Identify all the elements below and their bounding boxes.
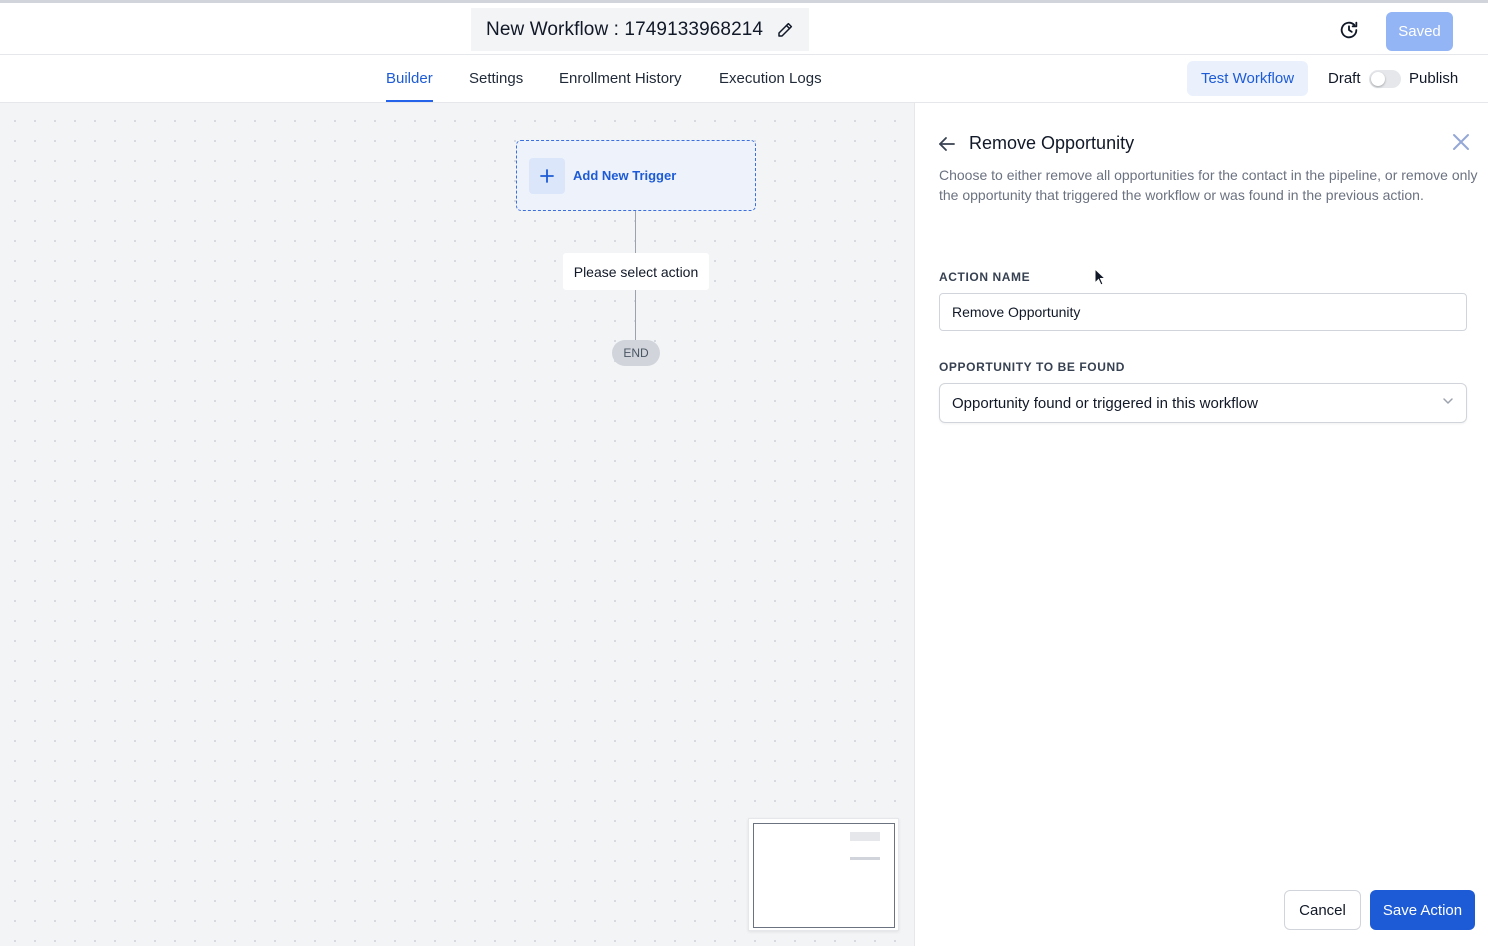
workflow-title: New Workflow : 1749133968214 (486, 18, 764, 40)
tab-settings[interactable]: Settings (469, 55, 523, 102)
panel-title: Remove Opportunity (969, 133, 1135, 153)
cancel-button[interactable]: Cancel (1284, 890, 1361, 930)
action-name-label: ACTION NAME (939, 270, 1031, 284)
connector-line (635, 211, 636, 253)
tab-bar: Builder Settings Enrollment History Exec… (0, 55, 1488, 103)
chevron-down-icon (1442, 394, 1454, 412)
action-settings-panel: Remove Opportunity Choose to either remo… (914, 103, 1488, 946)
test-workflow-button[interactable]: Test Workflow (1187, 61, 1308, 96)
tab-execution-logs[interactable]: Execution Logs (719, 55, 822, 102)
pencil-icon[interactable] (775, 20, 795, 40)
opportunity-select[interactable]: Opportunity found or triggered in this w… (939, 383, 1467, 423)
workflow-title-box[interactable]: New Workflow : 1749133968214 (471, 8, 809, 51)
panel-description: Choose to either remove all opportunitie… (939, 167, 1478, 203)
action-name-input[interactable] (939, 293, 1467, 331)
select-action-node[interactable]: Please select action (563, 253, 709, 290)
top-bar: New Workflow : 1749133968214 Saved (0, 0, 1488, 55)
toggle-knob (1371, 72, 1385, 86)
saved-button[interactable]: Saved (1386, 12, 1453, 51)
publish-label: Publish (1409, 70, 1459, 87)
end-node: END (612, 340, 660, 366)
minimap-node (850, 857, 880, 860)
mouse-cursor-icon (1094, 267, 1107, 286)
save-action-button[interactable]: Save Action (1370, 890, 1475, 930)
minimap[interactable] (748, 818, 899, 931)
add-trigger-node[interactable]: Add New Trigger (516, 140, 756, 211)
tab-builder[interactable]: Builder (386, 55, 433, 102)
tab-enrollment-history[interactable]: Enrollment History (559, 55, 682, 102)
minimap-node (850, 832, 880, 841)
plus-icon (529, 157, 565, 194)
opportunity-label: OPPORTUNITY TO BE FOUND (939, 360, 1126, 374)
draft-label: Draft (1328, 70, 1361, 87)
history-icon[interactable] (1338, 19, 1360, 41)
opportunity-select-value: Opportunity found or triggered in this w… (952, 394, 1258, 412)
back-arrow-icon[interactable] (937, 134, 957, 154)
add-trigger-label: Add New Trigger (573, 168, 677, 183)
minimap-viewport[interactable] (753, 823, 895, 928)
connector-line (635, 290, 636, 340)
workflow-canvas[interactable]: Add New Trigger Please select action END (0, 103, 914, 946)
publish-toggle[interactable] (1369, 70, 1401, 88)
close-icon[interactable] (1452, 133, 1470, 151)
